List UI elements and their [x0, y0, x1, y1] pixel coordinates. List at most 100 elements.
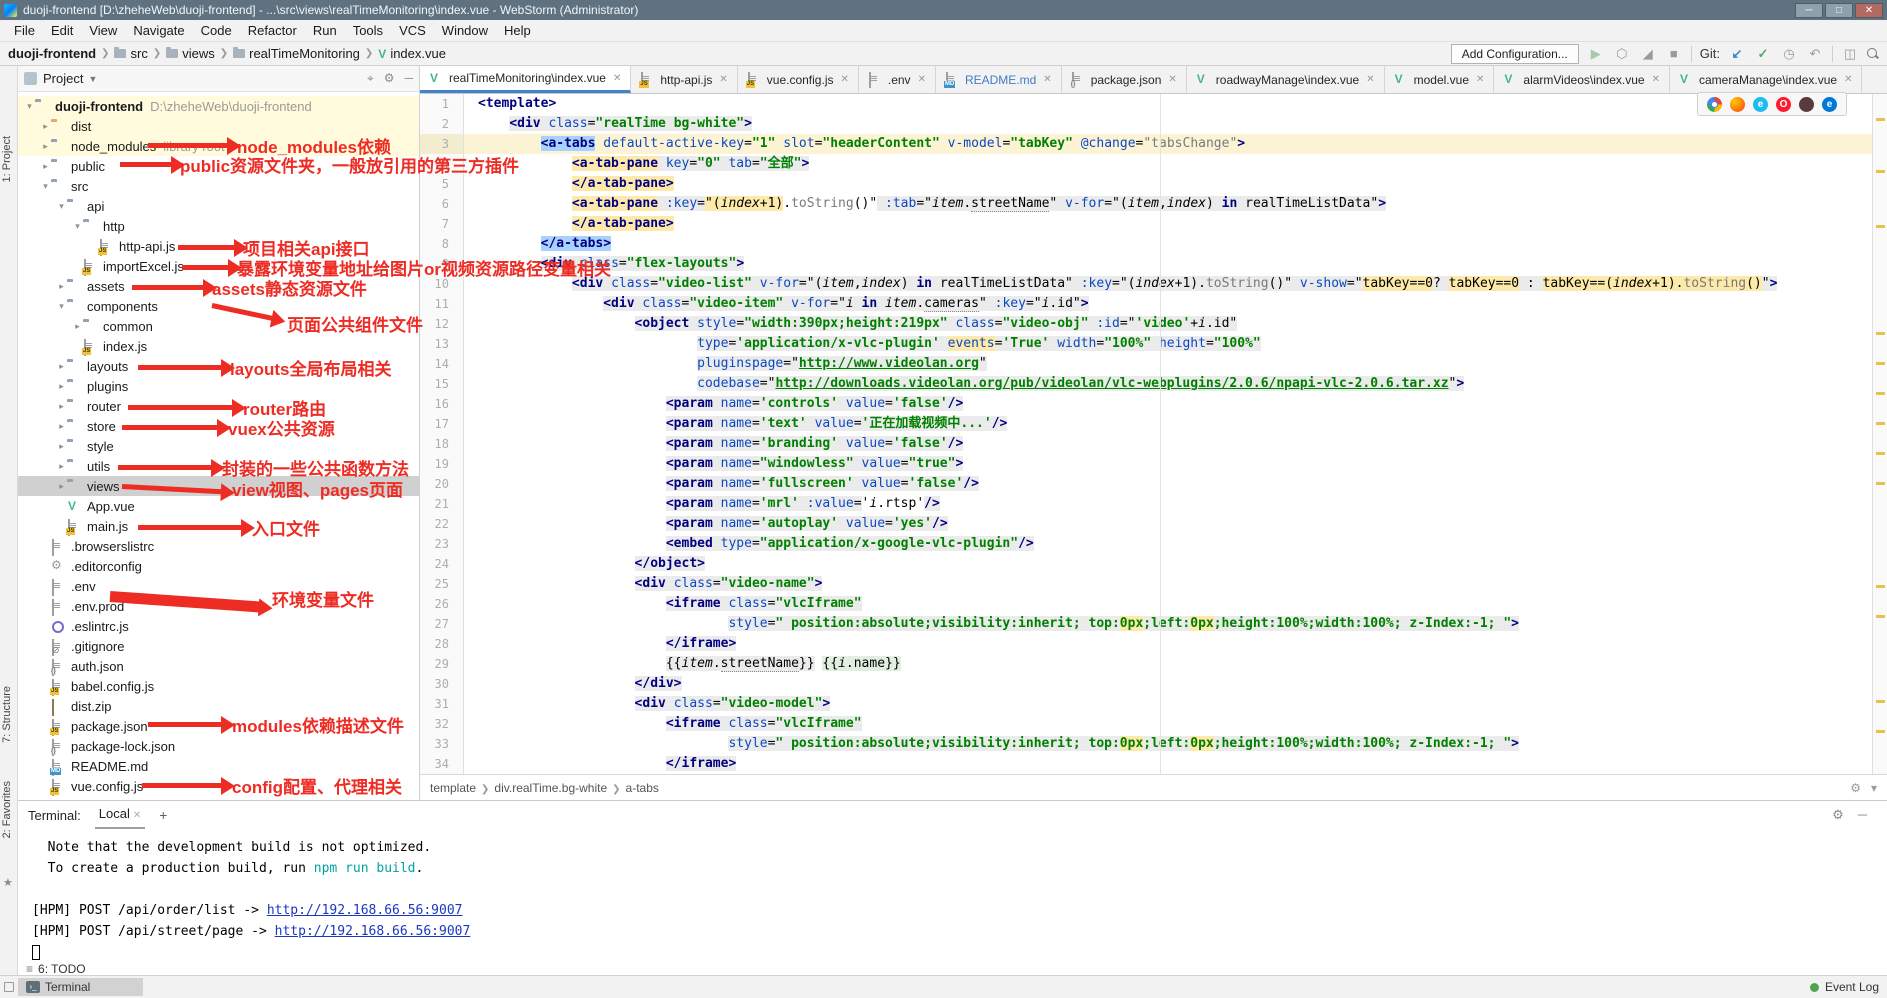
warning-stripe-mark[interactable]: [1876, 392, 1885, 395]
editor-tab-model-vue[interactable]: model.vue✕: [1385, 66, 1495, 93]
line-number[interactable]: 33: [420, 734, 464, 754]
line-number[interactable]: 28: [420, 634, 464, 654]
git-update-icon[interactable]: ↙: [1728, 46, 1746, 62]
tool-strip-structure[interactable]: 7: Structure: [1, 686, 13, 743]
coverage-icon[interactable]: ◢: [1639, 46, 1657, 62]
chevron-expanded-icon[interactable]: ▾: [24, 101, 35, 112]
close-icon[interactable]: ✕: [133, 810, 141, 821]
tree-row-layouts[interactable]: ▸layouts: [18, 356, 419, 376]
line-number[interactable]: 15: [420, 374, 464, 394]
line-number[interactable]: 9: [420, 254, 464, 274]
breadcrumb-item-views[interactable]: views: [166, 46, 215, 61]
chevron-collapsed-icon[interactable]: ▸: [56, 421, 67, 432]
gear-icon[interactable]: ⚙: [1850, 781, 1861, 795]
chevron-collapsed-icon[interactable]: ▸: [56, 401, 67, 412]
chevron-collapsed-icon[interactable]: ▸: [56, 461, 67, 472]
chevron-collapsed-icon[interactable]: ▸: [56, 381, 67, 392]
chevron-collapsed-icon[interactable]: ▸: [56, 481, 67, 492]
tree-row-http[interactable]: ▾http: [18, 216, 419, 236]
tree-row-public[interactable]: ▸public: [18, 156, 419, 176]
close-button[interactable]: ✕: [1855, 3, 1883, 18]
tree-row-utils[interactable]: ▸utils: [18, 456, 419, 476]
history-icon[interactable]: ◷: [1780, 46, 1798, 62]
close-icon[interactable]: ✕: [1366, 74, 1374, 85]
breadcrumb-item-index-vue[interactable]: Vindex.vue: [378, 46, 446, 61]
warning-stripe-mark[interactable]: [1876, 225, 1885, 228]
line-number[interactable]: 4: [420, 154, 464, 174]
collapse-icon[interactable]: ▾: [1871, 781, 1877, 795]
edge-browser-icon[interactable]: e: [1822, 97, 1837, 112]
editor-tab-realtimemonitoring-index-vue[interactable]: realTimeMonitoring\index.vue✕: [420, 66, 631, 93]
line-number[interactable]: 1: [420, 94, 464, 114]
line-number[interactable]: 19: [420, 454, 464, 474]
menu-item-navigate[interactable]: Navigate: [125, 21, 192, 40]
tree-row-common[interactable]: ▸common: [18, 316, 419, 336]
line-number[interactable]: 25: [420, 574, 464, 594]
locate-icon[interactable]: ⌖: [367, 71, 374, 86]
editor-tab-alarmvideos-index-vue[interactable]: alarmVideos\index.vue✕: [1494, 66, 1670, 93]
chevron-collapsed-icon[interactable]: ▸: [40, 121, 51, 132]
line-number[interactable]: 23: [420, 534, 464, 554]
line-number[interactable]: 17: [420, 414, 464, 434]
menu-item-edit[interactable]: Edit: [43, 21, 81, 40]
editor-tab-package-json[interactable]: package.json✕: [1062, 66, 1187, 93]
maximize-button[interactable]: □: [1825, 3, 1853, 18]
project-panel-header[interactable]: Project ▼ ⌖ ⚙ ─: [18, 66, 419, 92]
menu-item-tools[interactable]: Tools: [345, 21, 391, 40]
warning-stripe-mark[interactable]: [1876, 452, 1885, 455]
close-icon[interactable]: ✕: [840, 74, 848, 85]
hide-panel-icon[interactable]: ─: [404, 71, 413, 86]
editor-breadcrumb-div-realtime-bg-white[interactable]: div.realTime.bg-white: [494, 781, 607, 795]
status-item-6-todo[interactable]: ≡6: TODO: [18, 960, 143, 978]
firefox-browser-icon[interactable]: [1730, 97, 1745, 112]
chevron-collapsed-icon[interactable]: ▸: [72, 321, 83, 332]
status-item-terminal[interactable]: ›_Terminal: [18, 978, 143, 996]
menu-item-file[interactable]: File: [6, 21, 43, 40]
tree-row-plugins[interactable]: ▸plugins: [18, 376, 419, 396]
chevron-expanded-icon[interactable]: ▾: [72, 221, 83, 232]
line-number[interactable]: 27: [420, 614, 464, 634]
chevron-collapsed-icon[interactable]: ▸: [56, 361, 67, 372]
editor-tab-cameramanage-index-vue[interactable]: cameraManage\index.vue✕: [1670, 66, 1862, 93]
close-icon[interactable]: ✕: [1168, 74, 1176, 85]
line-number[interactable]: 31: [420, 694, 464, 714]
tree-row-index-js[interactable]: index.js: [18, 336, 419, 356]
editor-tab--env[interactable]: .env✕: [859, 66, 936, 93]
gear-icon[interactable]: ⚙: [384, 71, 395, 86]
tree-row-src[interactable]: ▾src: [18, 176, 419, 196]
tree-row-node_modules[interactable]: ▸node_moduleslibrary root: [18, 136, 419, 156]
tree-row-store[interactable]: ▸store: [18, 416, 419, 436]
git-commit-icon[interactable]: ✓: [1754, 46, 1772, 62]
line-number[interactable]: 5: [420, 174, 464, 194]
line-number[interactable]: 34: [420, 754, 464, 774]
tree-row-package-json[interactable]: package.json: [18, 716, 419, 736]
event-log[interactable]: Event Log: [1810, 980, 1879, 994]
line-number[interactable]: 16: [420, 394, 464, 414]
line-number[interactable]: 6: [420, 194, 464, 214]
chevron-collapsed-icon[interactable]: ▸: [56, 441, 67, 452]
tree-row-components[interactable]: ▾components: [18, 296, 419, 316]
line-number[interactable]: 26: [420, 594, 464, 614]
warning-stripe-mark[interactable]: [1876, 482, 1885, 485]
warning-stripe-mark[interactable]: [1876, 422, 1885, 425]
tree-row--eslintrc-js[interactable]: .eslintrc.js: [18, 616, 419, 636]
tree-row-auth-json[interactable]: auth.json: [18, 656, 419, 676]
code-area[interactable]: 1<template>2 <div class="realTime bg-whi…: [420, 94, 1872, 774]
tree-row-views[interactable]: ▸views: [18, 476, 419, 496]
close-icon[interactable]: ✕: [613, 73, 621, 84]
line-number[interactable]: 18: [420, 434, 464, 454]
add-configuration-button[interactable]: Add Configuration...: [1451, 44, 1579, 64]
close-icon[interactable]: ✕: [1844, 74, 1852, 85]
close-icon[interactable]: ✕: [719, 74, 727, 85]
warning-stripe-mark[interactable]: [1876, 700, 1885, 703]
close-icon[interactable]: ✕: [918, 74, 926, 85]
warning-stripe-mark[interactable]: [1876, 362, 1885, 365]
tree-row-package-lock-json[interactable]: package-lock.json: [18, 736, 419, 756]
chevron-down-icon[interactable]: ▼: [88, 74, 97, 84]
menu-item-run[interactable]: Run: [305, 21, 345, 40]
editor-tab-readme-md[interactable]: README.md✕: [936, 66, 1062, 93]
menu-item-view[interactable]: View: [81, 21, 125, 40]
opera-browser-icon[interactable]: O: [1776, 97, 1791, 112]
chevron-collapsed-icon[interactable]: ▸: [56, 281, 67, 292]
chevron-collapsed-icon[interactable]: ▸: [40, 161, 51, 172]
